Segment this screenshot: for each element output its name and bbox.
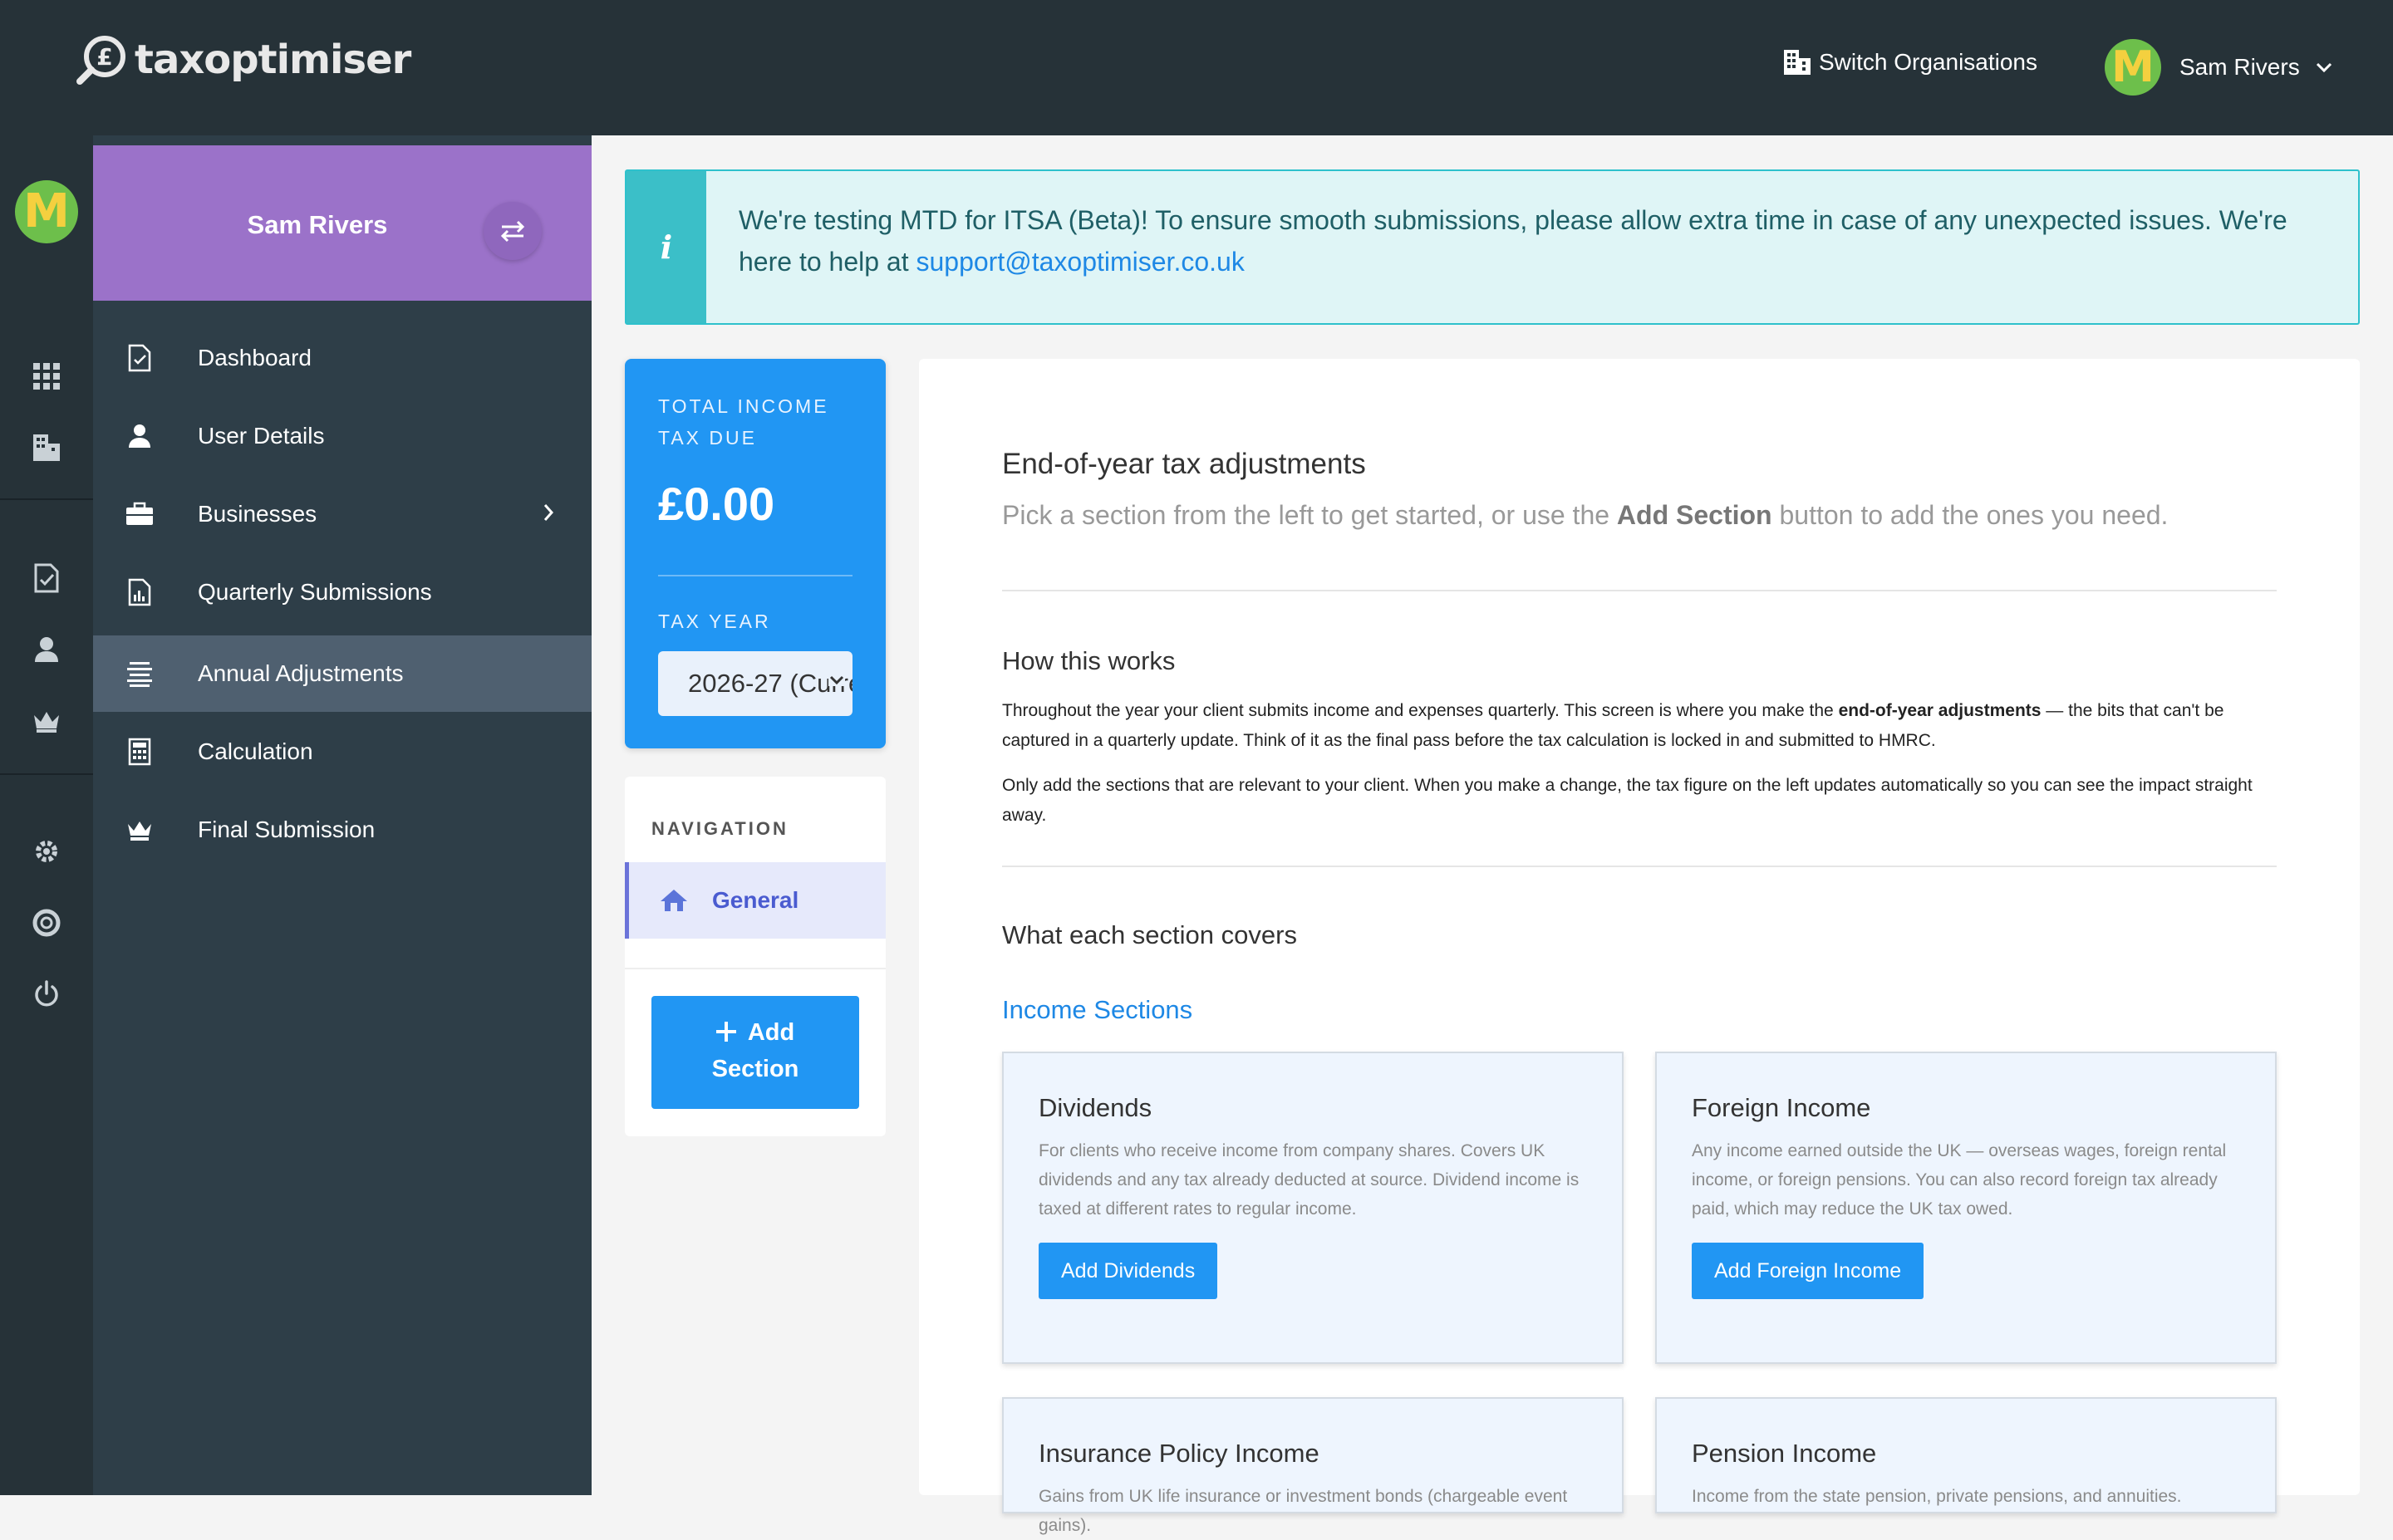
- how-this-works-heading: How this works: [1002, 646, 1176, 675]
- user-name: Sam Rivers: [2179, 54, 2300, 80]
- total-income-label: TOTAL INCOME: [658, 395, 829, 417]
- nav-item-general[interactable]: General: [625, 862, 886, 939]
- document-check-icon[interactable]: [30, 562, 63, 595]
- building-icon: [1784, 50, 1811, 75]
- divider: [1002, 590, 2277, 591]
- sidebar-item-label: Dashboard: [198, 345, 312, 370]
- logo[interactable]: £ taxoptimiser: [75, 33, 411, 86]
- info-icon: i: [627, 171, 706, 323]
- divider: [625, 968, 886, 969]
- user-menu[interactable]: M Sam Rivers: [2105, 39, 2333, 96]
- sidebar-item-user-details[interactable]: User Details: [93, 398, 592, 474]
- section-card-title: Dividends: [1039, 1093, 1152, 1122]
- sidebar-item-quarterly-submissions[interactable]: Quarterly Submissions: [93, 554, 592, 630]
- crown-icon: [123, 813, 156, 846]
- help-lifebuoy-icon[interactable]: [30, 906, 63, 939]
- plus-icon: [715, 1022, 736, 1042]
- gear-icon[interactable]: [30, 835, 63, 868]
- rail-divider: [0, 498, 93, 500]
- section-card-dividends: Dividends For clients who receive income…: [1002, 1052, 1624, 1364]
- icon-rail: M: [0, 135, 93, 1495]
- switch-organisations-button[interactable]: Switch Organisations: [1782, 48, 2037, 76]
- svg-text:£: £: [96, 43, 112, 71]
- sidebar: Sam Rivers Dashboard User Details Busine…: [93, 135, 592, 1495]
- section-card-title: Insurance Policy Income: [1039, 1439, 1319, 1468]
- page-subtitle: Pick a section from the left to get star…: [1002, 500, 2169, 530]
- sidebar-item-label: Annual Adjustments: [198, 660, 404, 686]
- sidebar-item-label: Final Submission: [198, 817, 376, 842]
- section-navigation: NAVIGATION General Add Section: [625, 777, 886, 1136]
- tax-summary-card: TOTAL INCOME TAX DUE £0.00 TAX YEAR 2026…: [625, 359, 886, 748]
- section-card-description: Income from the state pension, private p…: [1692, 1487, 2182, 1506]
- tax-due-amount: £0.00: [658, 478, 775, 530]
- swap-arrows-icon: [500, 220, 525, 243]
- apps-grid-icon[interactable]: [30, 360, 63, 393]
- chevron-right-icon: [543, 504, 554, 521]
- client-header: Sam Rivers: [93, 145, 592, 301]
- section-card-pension-income: Pension Income Income from the state pen…: [1655, 1397, 2277, 1513]
- document-check-icon: [123, 341, 156, 375]
- briefcase-icon: [123, 498, 156, 531]
- sidebar-item-label: Businesses: [198, 501, 317, 527]
- section-card-title: Pension Income: [1692, 1439, 1877, 1468]
- home-icon: [661, 890, 687, 911]
- how-paragraph-1: Throughout the year your client submits …: [1002, 701, 2224, 750]
- sidebar-item-annual-adjustments[interactable]: Annual Adjustments: [93, 635, 592, 712]
- section-card-foreign-income: Foreign Income Any income earned outside…: [1655, 1052, 2277, 1364]
- calculator-icon: [123, 735, 156, 768]
- rail-divider: [0, 773, 93, 775]
- divider: [1002, 866, 2277, 867]
- avatar: M: [2105, 39, 2161, 96]
- sidebar-item-calculation[interactable]: Calculation: [93, 714, 592, 790]
- section-card-description: Gains from UK life insurance or investme…: [1039, 1487, 1568, 1535]
- sidebar-item-final-submission[interactable]: Final Submission: [93, 792, 592, 868]
- power-icon[interactable]: [30, 978, 63, 1011]
- navigation-heading: NAVIGATION: [651, 818, 789, 839]
- add-foreign-income-button[interactable]: Add Foreign Income: [1692, 1243, 1924, 1299]
- list-icon: [123, 657, 156, 690]
- tax-year-select[interactable]: 2026-27 (Current): [658, 651, 853, 716]
- logo-text: taxoptimiser: [135, 37, 411, 83]
- section-covers-heading: What each section covers: [1002, 920, 1297, 949]
- how-paragraph-2: Only add the sections that are relevant …: [1002, 776, 2253, 825]
- user-icon: [123, 419, 156, 453]
- section-card-title: Foreign Income: [1692, 1093, 1871, 1122]
- report-chart-icon: [123, 576, 156, 609]
- sidebar-item-label: Calculation: [198, 738, 313, 764]
- sidebar-item-label: User Details: [198, 423, 325, 449]
- crown-icon[interactable]: [30, 704, 63, 738]
- avatar[interactable]: M: [15, 180, 78, 243]
- chevron-down-icon: [828, 674, 845, 686]
- client-name: Sam Rivers: [247, 210, 388, 239]
- sidebar-item-businesses[interactable]: Businesses: [93, 476, 592, 552]
- income-sections-heading: Income Sections: [1002, 995, 1193, 1024]
- switch-organisations-label: Switch Organisations: [1819, 49, 2038, 75]
- section-card-description: Any income earned outside the UK — overs…: [1692, 1141, 2227, 1219]
- building-icon[interactable]: [30, 431, 63, 464]
- tax-due-label: TAX DUE: [658, 427, 757, 449]
- magnifier-pound-icon: £: [76, 36, 125, 85]
- main-content: End-of-year tax adjustments Pick a secti…: [919, 359, 2360, 1535]
- user-icon[interactable]: [30, 633, 63, 666]
- sidebar-item-dashboard[interactable]: Dashboard: [93, 320, 592, 396]
- add-dividends-button[interactable]: Add Dividends: [1039, 1243, 1218, 1299]
- section-card-description: For clients who receive income from comp…: [1039, 1141, 1580, 1219]
- info-banner: i We're testing MTD for ITSA (Beta)! To …: [625, 169, 2360, 325]
- top-bar: £ taxoptimiser Switch Organisations M Sa…: [0, 0, 2393, 135]
- page-title: End-of-year tax adjustments: [1002, 448, 1366, 480]
- banner-message: We're testing MTD for ITSA (Beta)! To en…: [739, 205, 2287, 277]
- add-section-button[interactable]: Add Section: [651, 996, 859, 1109]
- section-card-insurance-policy-income: Insurance Policy Income Gains from UK li…: [1002, 1397, 1624, 1535]
- nav-general-label: General: [712, 887, 799, 913]
- swap-client-button[interactable]: [484, 202, 542, 260]
- tax-year-label: TAX YEAR: [658, 611, 771, 632]
- support-email-link[interactable]: support@taxoptimiser.co.uk: [916, 247, 1244, 277]
- divider: [658, 575, 853, 576]
- chevron-down-icon: [2316, 62, 2332, 73]
- sidebar-item-label: Quarterly Submissions: [198, 579, 432, 605]
